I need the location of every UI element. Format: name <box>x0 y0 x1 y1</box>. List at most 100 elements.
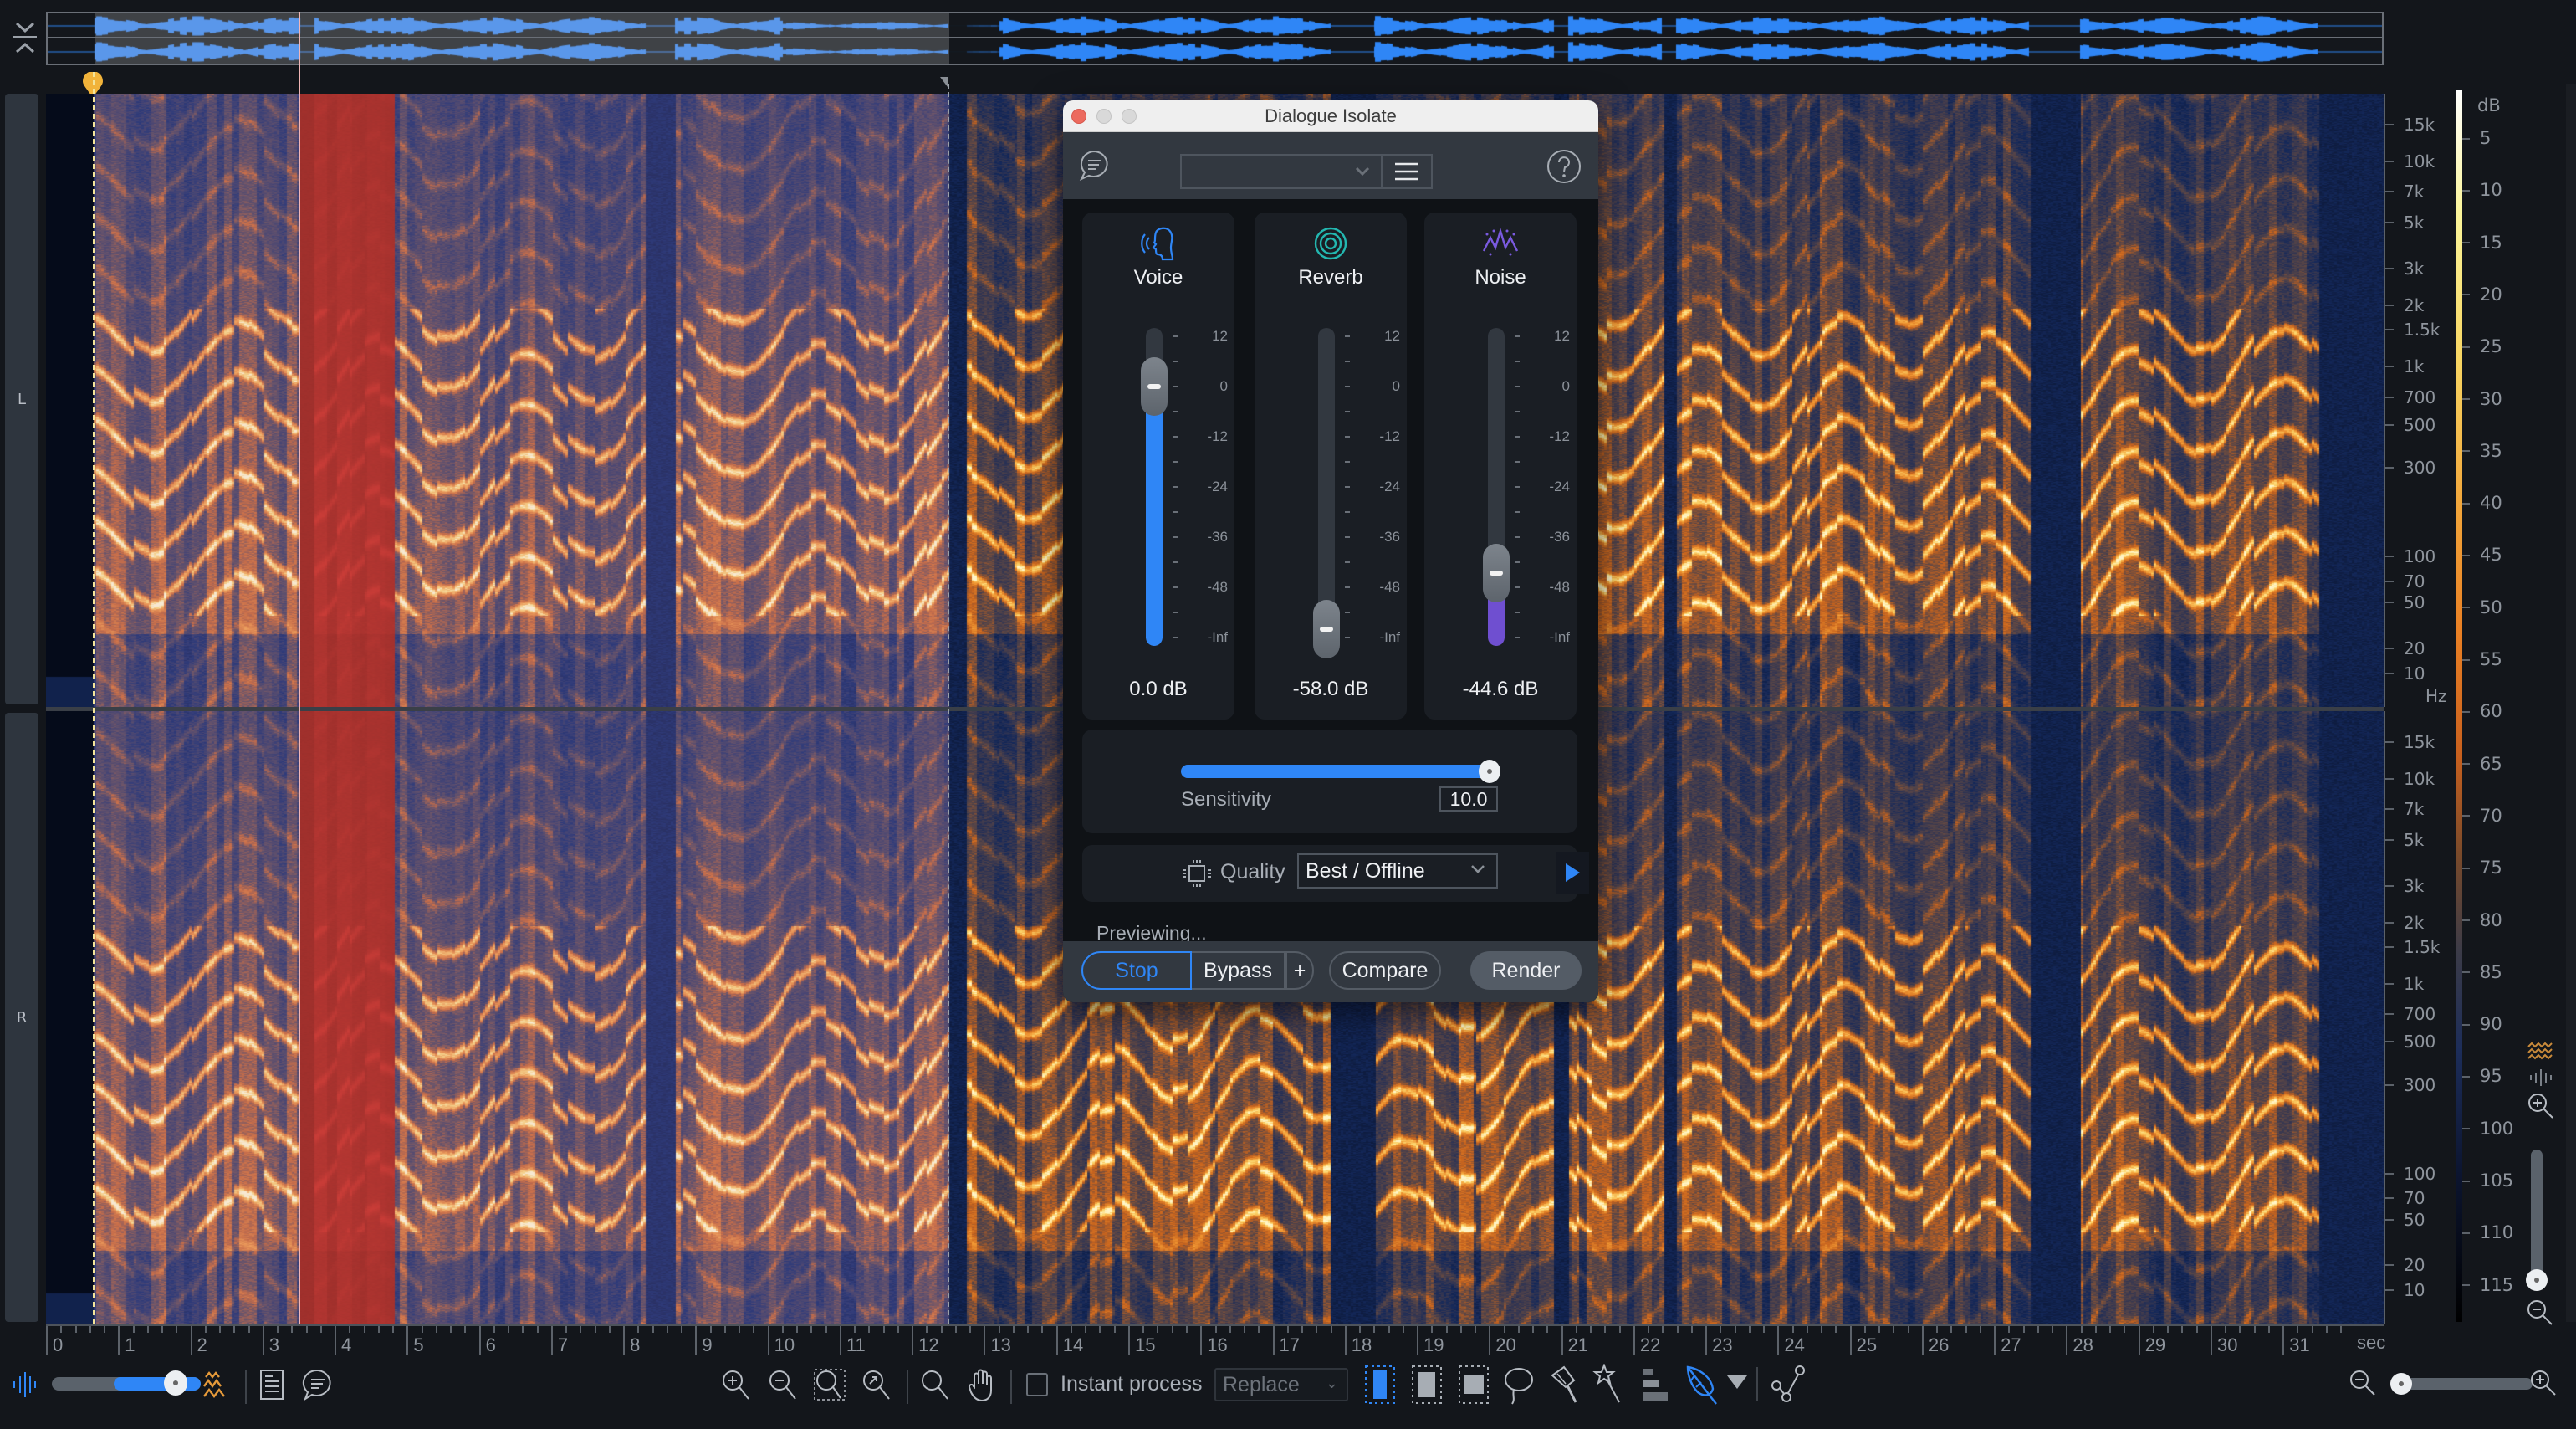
selection-end-line[interactable] <box>948 84 950 1324</box>
file-info-button[interactable] <box>255 1364 289 1406</box>
vertical-zoom-out-button[interactable] <box>2526 1298 2554 1330</box>
channel-left-button[interactable]: L <box>5 94 38 704</box>
ruler-tick: 8 <box>623 1326 640 1355</box>
ruler-minor-tick <box>349 1326 351 1333</box>
ruler-minor-tick <box>2253 1326 2256 1333</box>
toolbar-separator <box>245 1370 247 1404</box>
ruler-tick-label: 13 <box>990 1334 1011 1355</box>
waveform-overview[interactable] <box>46 12 2384 65</box>
horizontal-zoom-slider[interactable] <box>2392 1378 2533 1390</box>
time-selection-tool[interactable] <box>1363 1364 1397 1409</box>
instant-process-checkbox[interactable] <box>1026 1373 1048 1396</box>
ruler-minor-tick <box>1503 1326 1505 1333</box>
process-mode-select[interactable]: Replace ⌄ <box>1214 1368 1348 1401</box>
zoom-tool-button[interactable] <box>918 1364 952 1406</box>
frequency-tick: 50 <box>2385 594 2425 611</box>
playhead[interactable] <box>298 12 300 1324</box>
noise-fader-card: Noise 12 0 -12 -24 -36 -48 -Inf -44.6 dB <box>1424 213 1577 720</box>
waveform-icon <box>13 1372 36 1397</box>
voice-fader-thumb[interactable] <box>1141 357 1168 416</box>
reverb-fader-thumb[interactable] <box>1313 600 1340 658</box>
horizontal-zoom-out-button[interactable] <box>2349 1369 2377 1401</box>
sensitivity-label: Sensitivity <box>1181 788 1272 811</box>
fader-scale-tick: 0 <box>1345 378 1403 395</box>
time-ruler[interactable]: 0 1 2 3 4 5 6 7 8 9 10 11 12 13 14 15 16 17 18 19 20 21 22 23 24… <box>46 1324 2384 1357</box>
noise-value[interactable]: -44.6 dB <box>1424 678 1577 701</box>
vertical-zoom-thumb[interactable] <box>2526 1268 2548 1291</box>
fader-scale-tick: -48 <box>1173 579 1231 596</box>
db-tick: 115 <box>2462 1276 2513 1294</box>
help-icon <box>1547 150 1581 183</box>
sensitivity-value-field[interactable]: 10.0 <box>1439 786 1498 812</box>
hand-tool-button[interactable] <box>965 1364 999 1406</box>
magic-wand-tool[interactable] <box>1592 1363 1626 1409</box>
blend-slider-thumb[interactable] <box>164 1370 188 1396</box>
hamburger-menu-icon <box>1395 162 1418 181</box>
waveform-toggle-button[interactable] <box>8 1364 42 1406</box>
comments-button[interactable] <box>301 1364 335 1406</box>
sensitivity-slider-thumb[interactable] <box>1479 760 1500 783</box>
zoom-out-button[interactable] <box>766 1364 800 1406</box>
fader-scale-label: -Inf <box>1549 629 1570 645</box>
ruler-tick-label: 23 <box>1712 1334 1733 1355</box>
vertical-zoom-in-icon[interactable] <box>2527 1092 2555 1120</box>
fader-scale-label: -12 <box>1207 428 1228 444</box>
selection-start-line[interactable] <box>93 72 95 1324</box>
quality-select[interactable]: Best / Offline <box>1297 853 1498 889</box>
compare-button[interactable]: Compare <box>1329 951 1441 990</box>
right-panel-edge <box>2566 84 2576 1322</box>
harmonic-selection-icon <box>1643 1369 1668 1401</box>
reverb-value[interactable]: -58.0 dB <box>1255 678 1407 701</box>
ruler-minor-tick <box>377 1326 380 1333</box>
ruler-minor-tick <box>1590 1326 1592 1333</box>
selection-end-handle[interactable] <box>940 77 948 87</box>
zoom-to-fit-button[interactable] <box>860 1364 893 1406</box>
voice-value[interactable]: 0.0 dB <box>1082 678 1234 701</box>
feather-options-dropdown[interactable] <box>1726 1374 1748 1394</box>
ruler-minor-tick <box>2022 1326 2025 1333</box>
spectrogram-view-icon[interactable] <box>2527 1042 2555 1063</box>
lasso-tool[interactable] <box>1502 1365 1536 1409</box>
harmonic-selection-tool[interactable] <box>1638 1365 1671 1409</box>
channel-right-button[interactable]: R <box>5 713 38 1322</box>
time-frequency-selection-tool[interactable] <box>1457 1364 1490 1409</box>
bypass-plus-button[interactable]: + <box>1285 951 1314 990</box>
spectrogram-toggle-button[interactable] <box>201 1364 234 1406</box>
module-comments-button[interactable] <box>1078 149 1112 182</box>
zoom-in-button[interactable] <box>719 1364 753 1406</box>
ruler-tick: 4 <box>335 1326 351 1355</box>
envelope-tool[interactable] <box>1770 1364 1807 1409</box>
collapse-overview-button[interactable] <box>10 17 40 59</box>
bypass-button[interactable]: Bypass <box>1192 951 1285 990</box>
ruler-tick: 6 <box>478 1326 496 1355</box>
ruler-minor-tick <box>868 1326 871 1333</box>
fader-scale-tick: -Inf <box>1515 629 1573 646</box>
preset-select[interactable] <box>1180 154 1381 189</box>
noise-fader-thumb[interactable] <box>1483 544 1510 602</box>
horizontal-zoom-in-button[interactable] <box>2529 1369 2558 1401</box>
frequency-tick: 10k <box>2385 153 2435 170</box>
db-tick: 75 <box>2462 859 2502 877</box>
ruler-minor-tick <box>897 1326 899 1333</box>
frequency-selection-tool[interactable] <box>1410 1364 1444 1409</box>
vertical-zoom-slider[interactable] <box>2531 1150 2543 1288</box>
ruler-tick-label: 27 <box>2001 1334 2021 1355</box>
voice-label: Voice <box>1133 266 1183 289</box>
waveform-view-icon[interactable] <box>2528 1068 2553 1087</box>
preset-menu-button[interactable] <box>1381 154 1433 189</box>
ruler-minor-tick <box>1070 1326 1072 1333</box>
frequency-tick: 1k <box>2385 358 2424 375</box>
feather-tool[interactable] <box>1683 1364 1720 1409</box>
zoom-to-selection-button[interactable] <box>813 1364 846 1406</box>
stop-button[interactable]: Stop <box>1081 951 1192 990</box>
sensitivity-slider[interactable] <box>1181 765 1492 778</box>
brush-tool[interactable] <box>1547 1364 1581 1409</box>
reverb-fader-track[interactable] <box>1318 328 1335 646</box>
frequency-tick: 15k <box>2385 734 2435 750</box>
render-button[interactable]: Render <box>1470 951 1582 990</box>
help-button[interactable] <box>1546 149 1582 184</box>
preview-play-button[interactable] <box>1556 852 1589 894</box>
frequency-tick: 20 <box>2385 1257 2425 1273</box>
dialog-titlebar[interactable]: Dialogue Isolate <box>1063 100 1598 132</box>
fader-scale-tick: -12 <box>1173 428 1231 445</box>
